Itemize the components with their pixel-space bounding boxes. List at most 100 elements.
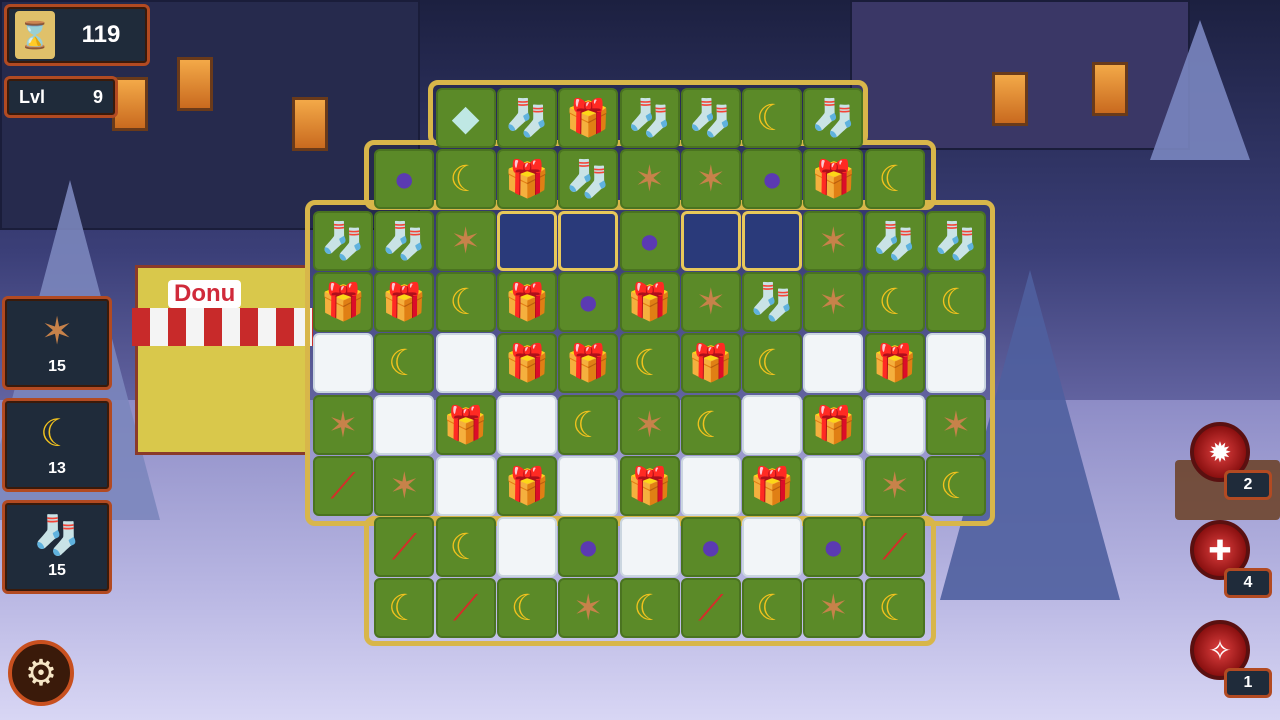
board-cell[interactable]: ☾ (435, 271, 496, 332)
board-cell[interactable]: ⟋ (313, 455, 373, 516)
board-cell[interactable]: ☾ (864, 271, 925, 332)
booster-magic-wand[interactable]: ✧ 1 (1180, 620, 1280, 700)
star-icon: ✶ (695, 158, 726, 200)
board-cell[interactable]: 🧦 (374, 210, 435, 271)
board-cell[interactable]: ⟋ (680, 578, 741, 639)
board-cell[interactable]: ● (558, 517, 619, 578)
board-cell[interactable]: ✶ (864, 455, 925, 516)
board-cell[interactable]: ✶ (680, 149, 741, 210)
board-cell[interactable] (619, 517, 680, 578)
board-cell[interactable]: 🎁 (374, 271, 435, 332)
moon-icon: ☾ (878, 280, 911, 322)
board-cell[interactable] (496, 517, 557, 578)
board-cell[interactable]: 🧦 (864, 210, 925, 271)
board-cell[interactable] (803, 333, 864, 394)
board-cell[interactable]: ⟋ (864, 517, 925, 578)
board-cell[interactable]: ☾ (619, 333, 680, 394)
moon-icon: ☾ (755, 342, 789, 384)
board-cell[interactable]: ☾ (496, 578, 557, 639)
board-cell[interactable] (926, 333, 986, 394)
board-cell[interactable]: 🎁 (558, 88, 619, 148)
board-cell[interactable]: ● (742, 149, 803, 210)
board-cell[interactable] (496, 394, 557, 455)
board-cell[interactable]: 🎁 (803, 394, 864, 455)
board-cell[interactable]: ● (803, 517, 864, 578)
board-cell[interactable]: ● (619, 210, 680, 271)
board-cell[interactable]: 🧦 (742, 271, 803, 332)
board-cell[interactable]: ✶ (803, 210, 864, 271)
board-cell[interactable]: 🎁 (803, 149, 864, 210)
board-cell[interactable]: ◆ (435, 88, 496, 148)
board-cell[interactable] (680, 210, 741, 271)
booster-stocking-bomb[interactable]: ✹ 2 (1180, 422, 1280, 502)
board-cell[interactable]: ☾ (742, 578, 803, 639)
board-cell[interactable]: 🎁 (496, 333, 557, 394)
board-cell[interactable]: ☾ (864, 149, 925, 210)
board-cell[interactable] (680, 455, 741, 516)
board-cell[interactable]: ● (558, 271, 619, 332)
board-cell[interactable] (558, 210, 619, 271)
board-cell[interactable]: 🎁 (496, 271, 557, 332)
board-cell[interactable]: 🎁 (864, 333, 925, 394)
board-cell[interactable]: 🧦 (803, 88, 864, 148)
settings-button[interactable]: ⚙ (8, 640, 74, 706)
board-cell[interactable]: 🧦 (558, 149, 619, 210)
star-icon: ✶ (450, 219, 481, 261)
booster-candy-cane[interactable]: ✚ 4 (1180, 520, 1280, 600)
board-cell[interactable]: ✶ (680, 271, 741, 332)
board-cell[interactable]: 🎁 (619, 271, 680, 332)
moon-icon: ☾ (510, 587, 544, 629)
board-cell[interactable]: 🎁 (496, 149, 557, 210)
board-cell[interactable] (558, 455, 619, 516)
board-cell[interactable]: 🧦 (926, 210, 986, 271)
board-cell[interactable]: ☾ (926, 271, 986, 332)
board-cell[interactable]: ☾ (742, 88, 803, 148)
board-cell[interactable]: ☾ (742, 333, 803, 394)
board-cell[interactable] (435, 333, 496, 394)
board-cell[interactable]: ● (680, 517, 741, 578)
board-cell[interactable]: ☾ (558, 394, 619, 455)
board-cell[interactable]: ☾ (619, 578, 680, 639)
board-cell[interactable]: ✶ (313, 394, 373, 455)
board-cell[interactable]: ⟋ (374, 517, 435, 578)
board-cell[interactable]: 🎁 (680, 333, 741, 394)
board-cell[interactable] (435, 455, 496, 516)
board-cell[interactable]: ☾ (680, 394, 741, 455)
board-cell[interactable]: 🎁 (558, 333, 619, 394)
board-cell[interactable]: 🎁 (496, 455, 557, 516)
board-cell[interactable]: ✶ (435, 210, 496, 271)
board-cell[interactable]: ☾ (864, 578, 925, 639)
board-cell[interactable]: ✶ (374, 455, 435, 516)
board-cell[interactable] (374, 394, 435, 455)
board-cell[interactable]: ☾ (374, 578, 435, 639)
donut-kiosk: Donu (132, 265, 313, 455)
board-cell[interactable]: ☾ (926, 455, 986, 516)
board-cell[interactable]: ✶ (803, 578, 864, 639)
board-cell[interactable] (803, 455, 864, 516)
board-cell[interactable] (742, 210, 803, 271)
board-cell[interactable]: ● (374, 149, 435, 210)
gift-icon: 🎁 (320, 280, 366, 322)
board-cell[interactable]: ☾ (374, 333, 435, 394)
board-cell[interactable]: 🧦 (496, 88, 557, 148)
board-cell[interactable]: ✶ (619, 149, 680, 210)
board-cell[interactable]: 🧦 (313, 210, 373, 271)
board-cell[interactable]: 🧦 (619, 88, 680, 148)
board-cell[interactable] (742, 517, 803, 578)
board-cell[interactable] (864, 394, 925, 455)
board-cell[interactable]: 🎁 (313, 271, 373, 332)
board-cell[interactable]: ✶ (619, 394, 680, 455)
board-cell[interactable] (313, 333, 373, 394)
board-cell[interactable] (496, 210, 557, 271)
board-cell[interactable]: 🎁 (619, 455, 680, 516)
board-cell[interactable]: ☾ (435, 149, 496, 210)
board-cell[interactable]: 🎁 (435, 394, 496, 455)
board-cell[interactable]: ✶ (558, 578, 619, 639)
board-cell[interactable]: ✶ (803, 271, 864, 332)
board-cell[interactable]: ✶ (926, 394, 986, 455)
board-cell[interactable]: 🧦 (680, 88, 741, 148)
board-cell[interactable]: ☾ (435, 517, 496, 578)
board-cell[interactable]: ⟋ (435, 578, 496, 639)
board-cell[interactable]: 🎁 (742, 455, 803, 516)
board-cell[interactable] (742, 394, 803, 455)
